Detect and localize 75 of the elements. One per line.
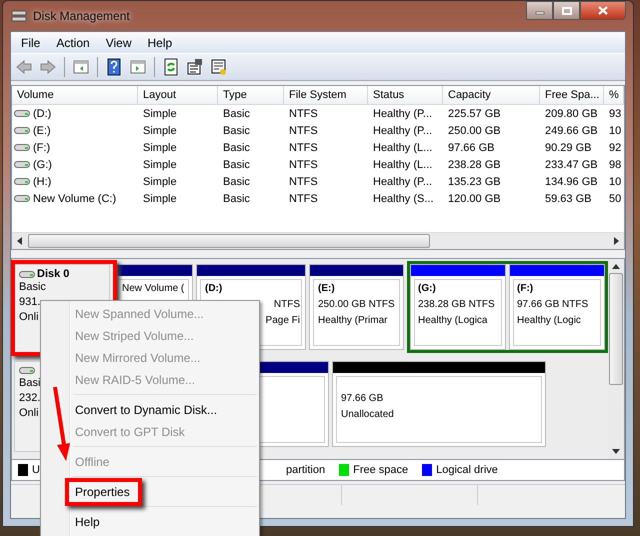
table-cell-text: Basic (222, 158, 251, 170)
disk-info-text: Onli (19, 310, 39, 325)
partition-text: 238.28 GB NTFS (418, 298, 496, 312)
table-cell-text: Simple (142, 192, 178, 204)
table-cell-text: 135.23 GB (447, 176, 502, 188)
legend-label: partition (286, 464, 326, 476)
table-cell-text: 120.00 GB (447, 192, 502, 204)
window-title: Disk Management (33, 9, 130, 23)
table-cell-text: Basic (222, 124, 251, 136)
partition-text: Healthy (Primar (318, 314, 388, 328)
table-cell-text: Simple (142, 124, 178, 136)
table-cell-text: 98 (608, 158, 622, 170)
table-cell-text: Simple (142, 158, 178, 170)
table-cell-text: 10 (608, 124, 622, 136)
partition-text: (E:) (318, 282, 336, 296)
table-cell-text: 134.96 GB (544, 176, 599, 188)
partition-text: 97.66 GB NTFS (517, 298, 590, 312)
disk-name: Disk 0 (37, 268, 70, 280)
disk-info-text: Onli (19, 406, 39, 421)
legend-label: U (32, 464, 40, 476)
table-cell-text: 90.29 GB (544, 142, 592, 154)
table-cell-text: Basic (222, 108, 251, 120)
table-cell: New Volume (C:) (33, 192, 116, 204)
table-cell-text: 50 (608, 192, 622, 204)
table-cell-text: 238.28 GB (447, 158, 502, 170)
partition-text: (G:) (418, 282, 437, 296)
legend-label: Logical drive (436, 464, 498, 476)
table-cell-text: NTFS (288, 158, 319, 170)
table-cell-text: 10 (608, 176, 622, 188)
table-cell-text: NTFS (288, 176, 319, 188)
table-cell: (F:) (33, 142, 50, 154)
partition-text: 250.00 GB NTFS (318, 298, 396, 312)
partition-text: Healthy (Logic (517, 314, 582, 328)
table-cell-text: Basic (222, 192, 251, 204)
table-cell-text: Healthy (S... (372, 192, 435, 204)
table-cell-text: Simple (142, 176, 178, 188)
partition-text: Healthy (Logica (418, 314, 488, 328)
partition-text: 97.66 GB (341, 392, 384, 406)
partition-text: Unallocated (341, 408, 395, 422)
table-cell-text: 225.57 GB (447, 108, 502, 120)
disk-info-text: Basi (19, 376, 40, 391)
partition-text: New Volume ( (122, 282, 186, 296)
table-cell-text: 209.80 GB (544, 108, 599, 120)
table-cell-text: 250.00 GB (447, 124, 502, 136)
table-cell: (H:) (33, 176, 52, 188)
table-cell: (G:) (33, 158, 52, 170)
table-cell-text: Simple (142, 142, 178, 154)
table-cell-text: 97.66 GB (447, 142, 496, 154)
table-cell-text: Healthy (L... (372, 158, 434, 170)
table-cell: (D:) (33, 108, 52, 120)
table-cell-text: NTFS (288, 142, 319, 154)
table-cell: (E:) (33, 124, 51, 136)
table-cell-text: 93 (608, 108, 622, 120)
table-cell-text: NTFS (288, 124, 319, 136)
table-cell-text: NTFS (288, 108, 319, 120)
table-cell-text: Healthy (P... (372, 108, 434, 120)
disk-info-text: 232. (19, 391, 40, 406)
table-cell-text: Basic (222, 176, 251, 188)
partition-text: (F:) (517, 282, 534, 296)
disk-info-text: 931. (19, 295, 40, 310)
partition-text: Page Fi (264, 314, 300, 328)
table-cell-text: NTFS (288, 192, 319, 204)
disk-info-text: Basic (19, 280, 46, 295)
table-cell-text: 59.63 GB (544, 192, 592, 204)
table-cell-text: Basic (222, 142, 251, 154)
table-cell-text: Healthy (P... (372, 176, 434, 188)
legend-label: Free space (353, 464, 408, 476)
table-cell-text: Healthy (P... (372, 124, 434, 136)
table-cell-text: 233.47 GB (544, 158, 599, 170)
partition-text: (D:) (205, 282, 224, 296)
table-cell-text: Simple (142, 108, 178, 120)
partition-text: NTFS (272, 298, 300, 312)
table-cell-text: Healthy (L... (372, 142, 434, 154)
table-cell-text: 92 (608, 142, 622, 154)
table-cell-text: 249.66 GB (544, 124, 599, 136)
